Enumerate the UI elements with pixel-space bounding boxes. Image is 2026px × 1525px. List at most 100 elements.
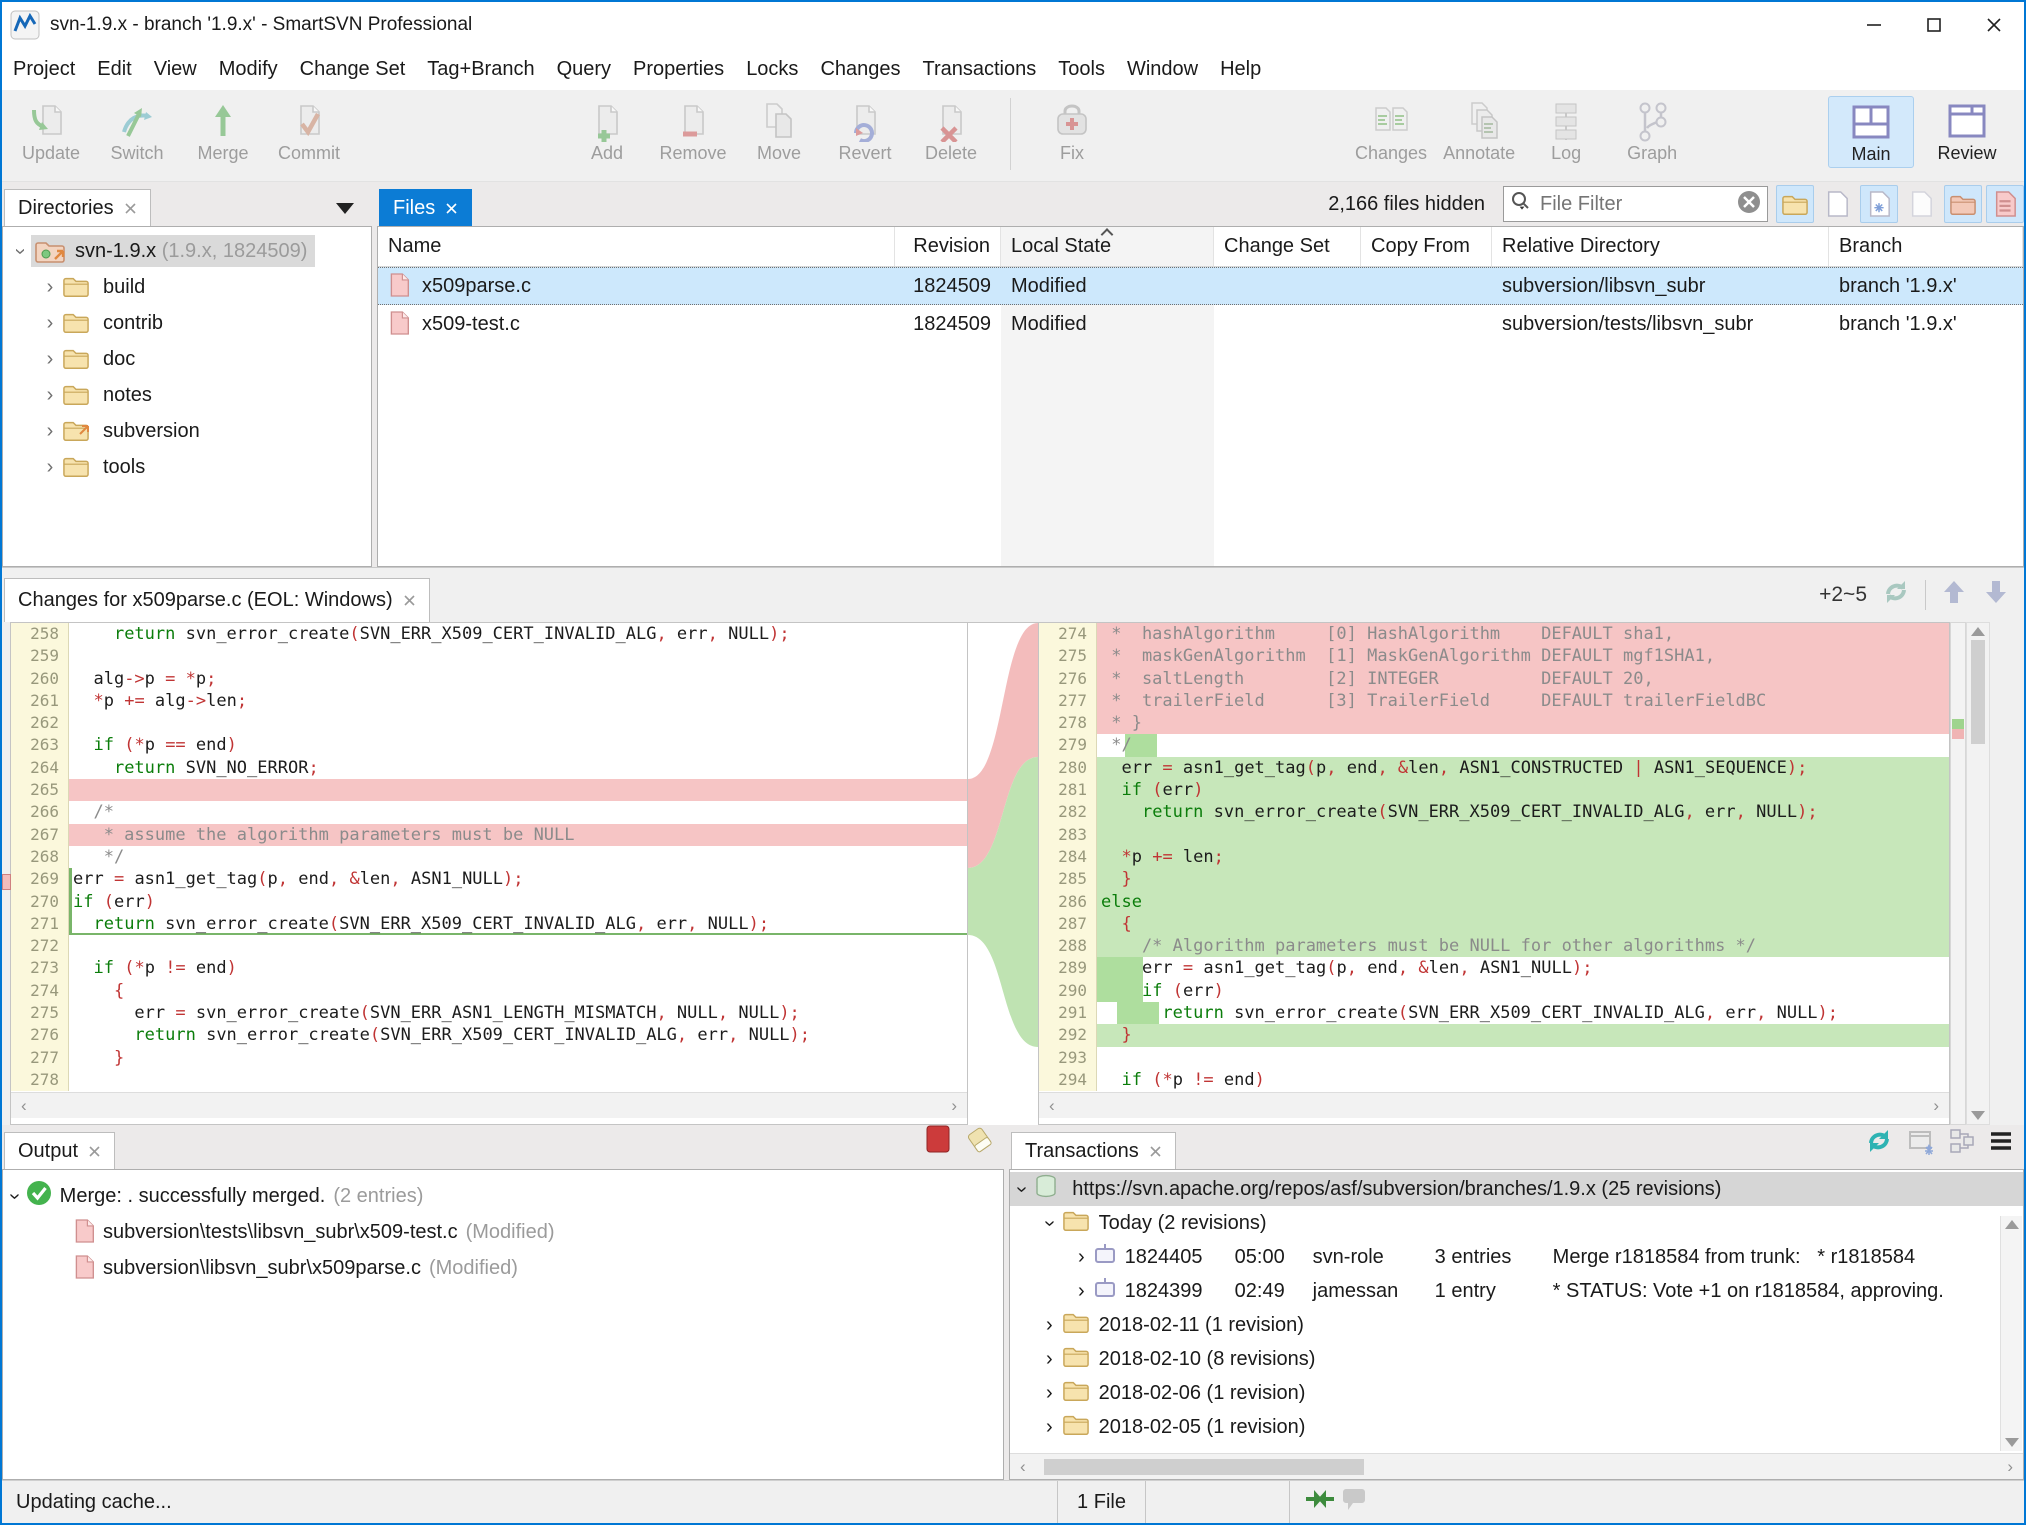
transactions-date-row[interactable]: ›2018-02-06 (1 revision) (1010, 1376, 2023, 1410)
search-icon[interactable] (1510, 191, 1532, 218)
annotate-button[interactable]: Annotate (1435, 96, 1523, 166)
diff-line-right-292[interactable]: 292 } (1039, 1024, 1949, 1046)
show-changed-files-button[interactable] (1860, 185, 1898, 223)
sidebar-item-doc[interactable]: ›doc (39, 341, 371, 377)
switch-button[interactable]: Switch (94, 96, 180, 166)
output-root-row[interactable]: ›Merge: . successfully merged.(2 entries… (11, 1178, 1003, 1214)
caret-icon[interactable]: › (1046, 1314, 1053, 1337)
fix-button[interactable]: Fix (1029, 96, 1115, 166)
scroll-down-icon[interactable] (1971, 1111, 1985, 1120)
sidebar-item-subversion[interactable]: ›subversion (39, 413, 371, 449)
clear-output-button[interactable] (964, 1122, 994, 1161)
menu-item-modify[interactable]: Modify (208, 58, 289, 81)
tab-transactions[interactable]: Transactions (1011, 1132, 1176, 1169)
column-header-change-set[interactable]: Change Set (1214, 227, 1361, 266)
remove-button[interactable]: Remove (650, 96, 736, 166)
diff-line-right-282[interactable]: 282 return svn_error_create(SVN_ERR_X509… (1039, 801, 1949, 823)
update-button[interactable]: Update (8, 96, 94, 166)
output-file-row[interactable]: subversion\tests\libsvn_subr\x509-test.c… (73, 1214, 1003, 1250)
transactions-today-row[interactable]: ›Today (2 revisions) (1010, 1206, 2023, 1240)
sidebar-item-contrib[interactable]: ›contrib (39, 305, 371, 341)
menu-item-help[interactable]: Help (1209, 58, 1272, 81)
directory-root-row[interactable]: ›svn-1.9.x (1.9.x, 1824509) (9, 233, 371, 269)
next-change-icon[interactable] (1982, 578, 2010, 611)
transactions-date-row[interactable]: ›2018-02-10 (8 revisions) (1010, 1342, 2023, 1376)
show-unchanged-files-button[interactable] (1776, 185, 1814, 223)
scroll-up-icon[interactable] (1971, 627, 1985, 636)
detach-window-icon[interactable] (1906, 1126, 1936, 1161)
add-button[interactable]: Add (564, 96, 650, 166)
stop-button[interactable] (924, 1122, 952, 1161)
menu-item-view[interactable]: View (143, 58, 208, 81)
diff-line-right-274[interactable]: 274 * hashAlgorithm [0] HashAlgorithm DE… (1039, 623, 1949, 645)
show-ignored-files-button[interactable] (1902, 185, 1940, 223)
caret-icon[interactable]: › (1038, 1220, 1061, 1227)
show-new-files-button[interactable] (1818, 185, 1856, 223)
vertical-scrollbar[interactable] (1966, 622, 1990, 1125)
caret-icon[interactable]: › (1078, 1280, 1085, 1303)
diff-line-left-262[interactable]: 262 (11, 712, 967, 734)
caret-icon[interactable]: › (1046, 1348, 1053, 1371)
diff-line-right-286[interactable]: 286else (1039, 891, 1949, 913)
diff-line-left-278[interactable]: 278 (11, 1069, 967, 1091)
diff-line-left-271[interactable]: 271 return svn_error_create(SVN_ERR_X509… (11, 913, 967, 935)
menu-item-transactions[interactable]: Transactions (912, 58, 1048, 81)
refresh-transactions-icon[interactable] (1864, 1126, 1894, 1161)
minimize-button[interactable] (1844, 2, 1904, 48)
diff-overview-strip[interactable] (1950, 622, 1966, 1125)
caret-icon[interactable]: › (3, 1193, 26, 1200)
commit-button[interactable]: Commit (266, 96, 352, 166)
column-header-local-state[interactable]: Local State (1001, 227, 1214, 266)
sidebar-item-notes[interactable]: ›notes (39, 377, 371, 413)
menu-item-changes[interactable]: Changes (809, 58, 911, 81)
diff-line-right-293[interactable]: 293 (1039, 1047, 1949, 1069)
horizontal-scrollbar[interactable]: ‹› (11, 1092, 967, 1118)
diff-line-right-287[interactable]: 287 { (1039, 913, 1949, 935)
tab-directories[interactable]: Directories (4, 189, 151, 226)
caret-icon[interactable]: › (39, 420, 61, 443)
changes-button[interactable]: Changes (1347, 96, 1435, 166)
diff-line-left-269[interactable]: 269err = asn1_get_tag(p, end, &len, ASN1… (11, 868, 967, 890)
diff-line-left-272[interactable]: 272 (11, 935, 967, 957)
diff-line-left-267[interactable]: 267 * assume the algorithm parameters mu… (11, 824, 967, 846)
sidebar-item-tools[interactable]: ›tools (39, 449, 371, 485)
refresh-icon[interactable] (1881, 577, 1911, 612)
close-icon[interactable] (88, 1145, 101, 1158)
tab-output[interactable]: Output (4, 1132, 115, 1169)
diff-line-right-285[interactable]: 285 } (1039, 868, 1949, 890)
diff-line-left-276[interactable]: 276 return svn_error_create(SVN_ERR_X509… (11, 1024, 967, 1046)
diff-line-left-258[interactable]: 258 return svn_error_create(SVN_ERR_X509… (11, 623, 967, 645)
diff-line-left-260[interactable]: 260 alg->p = *p; (11, 668, 967, 690)
tab-files[interactable]: Files (379, 189, 472, 226)
sidebar-item-build[interactable]: ›build (39, 269, 371, 305)
caret-icon[interactable]: › (39, 456, 61, 479)
column-header-relative-directory[interactable]: Relative Directory (1492, 227, 1829, 266)
diff-left-code[interactable]: 258 return svn_error_create(SVN_ERR_X509… (11, 623, 967, 1092)
log-button[interactable]: Log (1523, 96, 1609, 166)
menu-item-window[interactable]: Window (1116, 58, 1209, 81)
merge-button[interactable]: Merge (180, 96, 266, 166)
caret-icon[interactable]: › (1078, 1246, 1085, 1269)
tab-changes-file[interactable]: Changes for x509parse.c (EOL: Windows) (4, 578, 430, 622)
column-header-revision[interactable]: Revision (895, 227, 1001, 266)
diff-line-left-277[interactable]: 277 } (11, 1047, 967, 1069)
scrollbar-thumb[interactable] (1971, 640, 1985, 744)
diff-line-right-294[interactable]: 294 if (*p != end) (1039, 1069, 1949, 1091)
menu-item-tools[interactable]: Tools (1047, 58, 1116, 81)
diff-line-right-281[interactable]: 281 if (err) (1039, 779, 1949, 801)
transactions-date-row[interactable]: ›2018-02-05 (1 revision) (1010, 1410, 2023, 1444)
diff-line-right-275[interactable]: 275 * maskGenAlgorithm [1] MaskGenAlgori… (1039, 645, 1949, 667)
output-file-row[interactable]: subversion\libsvn_subr\x509parse.c(Modif… (73, 1250, 1003, 1286)
diff-line-left-268[interactable]: 268 */ (11, 846, 967, 868)
diff-line-right-284[interactable]: 284 *p += len; (1039, 846, 1949, 868)
view-main-button[interactable]: Main (1828, 96, 1914, 168)
close-button[interactable] (1964, 2, 2024, 48)
caret-icon[interactable]: › (9, 240, 32, 262)
diff-line-right-291[interactable]: 291 return svn_error_create(SVN_ERR_X509… (1039, 1002, 1949, 1024)
diff-line-left-266[interactable]: 266 /* (11, 801, 967, 823)
diff-line-right-276[interactable]: 276 * saltLength [2] INTEGER DEFAULT 20, (1039, 668, 1949, 690)
table-row[interactable]: x509-test.c1824509Modifiedsubversion/tes… (378, 305, 2023, 343)
diff-line-right-278[interactable]: 278 * } (1039, 712, 1949, 734)
diff-line-left-265[interactable]: 265 (11, 779, 967, 801)
diff-line-right-288[interactable]: 288 /* Algorithm parameters must be NULL… (1039, 935, 1949, 957)
